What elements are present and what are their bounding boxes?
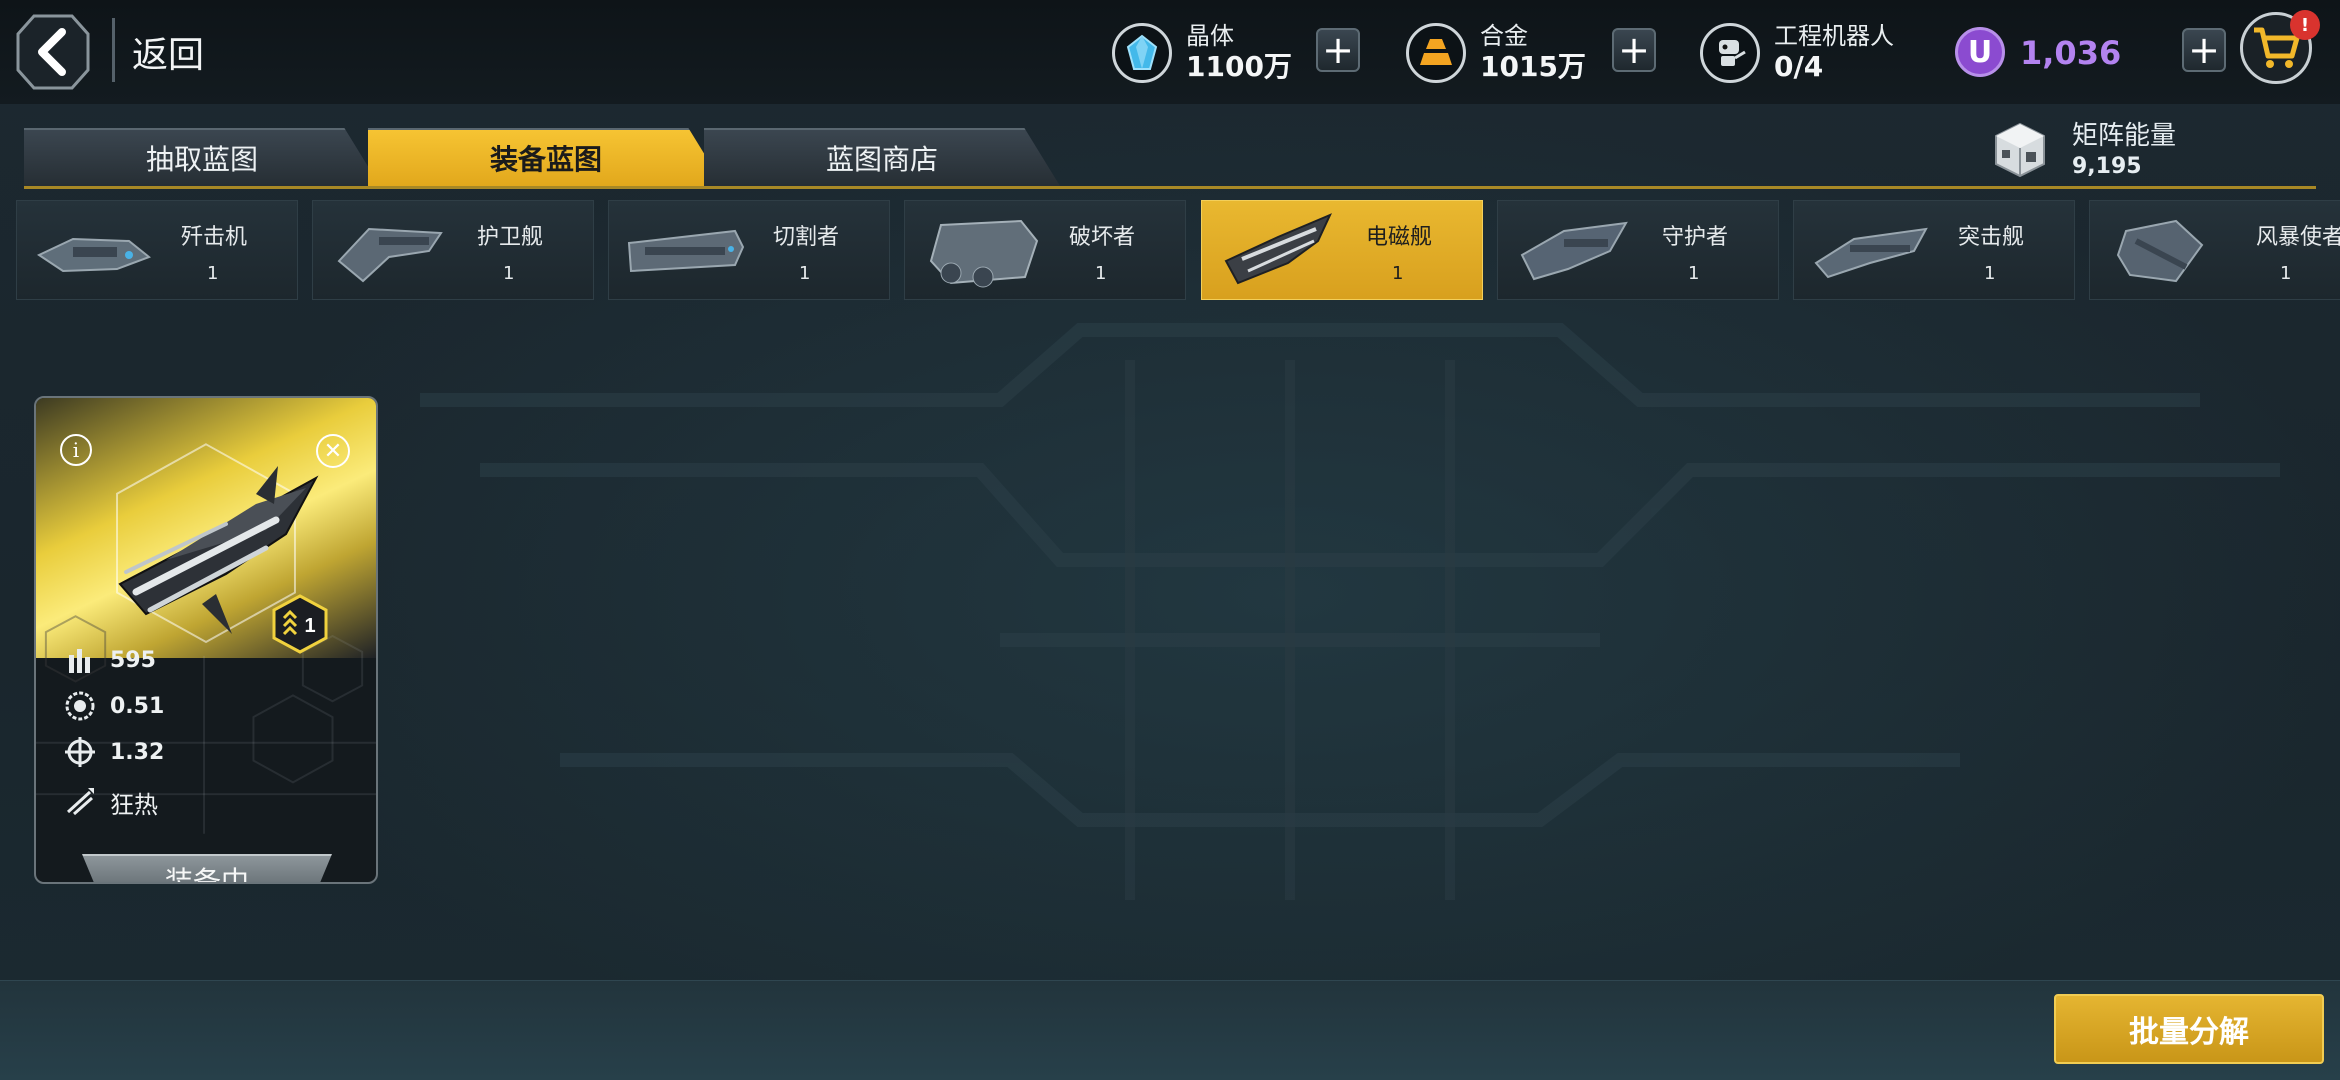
ship-type-count: 1	[1688, 263, 1700, 284]
blueprint-card[interactable]: i ✕ 1 595 0.51 1.32 狂热 装备中	[34, 396, 378, 884]
robot-resource: 工程机器人 0/4	[1700, 14, 1894, 92]
ship-type-assault[interactable]: 突击舰 1	[1793, 200, 2075, 300]
robot-label: 工程机器人	[1774, 22, 1894, 51]
stat-value: 0.51	[110, 693, 165, 719]
close-icon[interactable]: ✕	[316, 434, 350, 468]
trait-icon	[62, 784, 98, 820]
guardian-ship-icon	[1520, 221, 1628, 281]
matrix-cube-icon	[1995, 122, 2045, 178]
ship-type-cutter[interactable]: 切割者 1	[608, 200, 890, 300]
ship-type-count: 1	[1984, 263, 1996, 284]
stat-value: 595	[110, 647, 156, 673]
ship-type-row: 歼击机 1 护卫舰 1 切割者 1 破坏者 1 电磁舰 1 守护者 1 突击舰 …	[16, 200, 2340, 302]
rank-value: 1	[304, 615, 315, 637]
ship-type-label: 破坏者	[1069, 225, 1136, 250]
crystal-icon	[1112, 23, 1172, 83]
crystal-resource: 晶体 1100万	[1112, 14, 1292, 92]
ship-type-stormbringer[interactable]: 风暴使者 1	[2089, 200, 2340, 300]
ship-type-count: 1	[207, 263, 219, 284]
back-button[interactable]	[14, 10, 92, 94]
bottom-panel	[0, 980, 2340, 1080]
ship-type-label: 突击舰	[1958, 225, 2025, 250]
alloy-label: 合金	[1480, 22, 1528, 51]
escort-ship-icon	[337, 227, 443, 283]
matrix-energy-label: 矩阵能量	[2072, 121, 2177, 151]
cutter-ship-icon	[627, 229, 745, 273]
stat-accuracy: 1.32	[62, 734, 164, 770]
ship-type-count: 1	[1392, 263, 1404, 284]
add-alloy-button[interactable]: +	[1612, 28, 1656, 72]
tab-equip-blueprint[interactable]: 装备蓝图	[368, 128, 724, 186]
stat-value: 狂热	[110, 790, 158, 819]
add-premium-button[interactable]: +	[2182, 28, 2226, 72]
ship-type-label: 歼击机	[181, 225, 248, 250]
ship-type-escort[interactable]: 护卫舰 1	[312, 200, 594, 300]
alloy-icon	[1406, 23, 1466, 83]
ship-type-count: 1	[799, 263, 811, 284]
crystal-value: 1100万	[1186, 49, 1292, 83]
premium-currency-value: 1,036	[2020, 34, 2122, 72]
ship-type-destroyer[interactable]: 破坏者 1	[904, 200, 1186, 300]
back-label[interactable]: 返回	[132, 26, 204, 78]
stat-trait: 狂热	[62, 784, 158, 820]
rate-icon	[62, 688, 98, 724]
notification-badge: !	[2290, 10, 2320, 40]
ship-type-count: 1	[503, 263, 515, 284]
robot-value: 0/4	[1774, 49, 1824, 83]
alloy-value: 1015万	[1480, 49, 1586, 83]
matrix-energy: 矩阵能量 9,195	[1990, 120, 2176, 180]
ship-type-label: 守护者	[1662, 225, 1729, 250]
rank-badge-icon: 1	[272, 594, 328, 654]
back-arrow-icon	[16, 14, 90, 90]
ship-type-guardian[interactable]: 守护者 1	[1497, 200, 1779, 300]
ship-type-label: 切割者	[773, 225, 840, 250]
robot-icon	[1700, 23, 1760, 83]
premium-currency-icon: U	[1955, 27, 2005, 77]
divider	[112, 18, 115, 82]
stat-value: 1.32	[110, 739, 165, 765]
destroyer-ship-icon	[929, 219, 1039, 288]
equipped-status-button[interactable]: 装备中	[82, 854, 332, 882]
ship-type-electromagnetic[interactable]: 电磁舰 1	[1201, 200, 1483, 300]
assault-ship-icon	[1814, 227, 1928, 279]
ship-type-label: 风暴使者	[2256, 225, 2340, 250]
crosshair-icon	[62, 734, 98, 770]
alloy-resource: 合金 1015万	[1406, 14, 1586, 92]
ammo-icon	[62, 642, 98, 678]
info-icon[interactable]: i	[60, 434, 92, 466]
ship-type-count: 1	[1095, 263, 1107, 284]
stat-ammo: 595	[62, 642, 156, 678]
tab-draw-blueprint[interactable]: 抽取蓝图	[24, 128, 380, 186]
tab-underline	[24, 186, 2316, 189]
ship-type-fighter[interactable]: 歼击机 1	[16, 200, 298, 300]
top-bar: 返回 晶体 1100万 + 合金 1015万 + 工程机器人 0/4 U 1,0…	[0, 0, 2340, 104]
ship-type-label: 电磁舰	[1366, 225, 1433, 250]
add-crystal-button[interactable]: +	[1316, 28, 1360, 72]
stormbringer-ship-icon	[2116, 219, 2204, 283]
electromagnetic-ship-icon	[1224, 213, 1332, 285]
fighter-ship-icon	[36, 237, 151, 273]
ship-type-count: 1	[2280, 263, 2292, 284]
matrix-energy-value: 9,195	[2072, 153, 2142, 179]
batch-dismantle-button[interactable]: 批量分解	[2054, 994, 2324, 1064]
stat-rate: 0.51	[62, 688, 164, 724]
tab-blueprint-shop[interactable]: 蓝图商店	[704, 128, 1060, 186]
ship-type-label: 护卫舰	[477, 225, 544, 250]
crystal-label: 晶体	[1186, 22, 1234, 51]
